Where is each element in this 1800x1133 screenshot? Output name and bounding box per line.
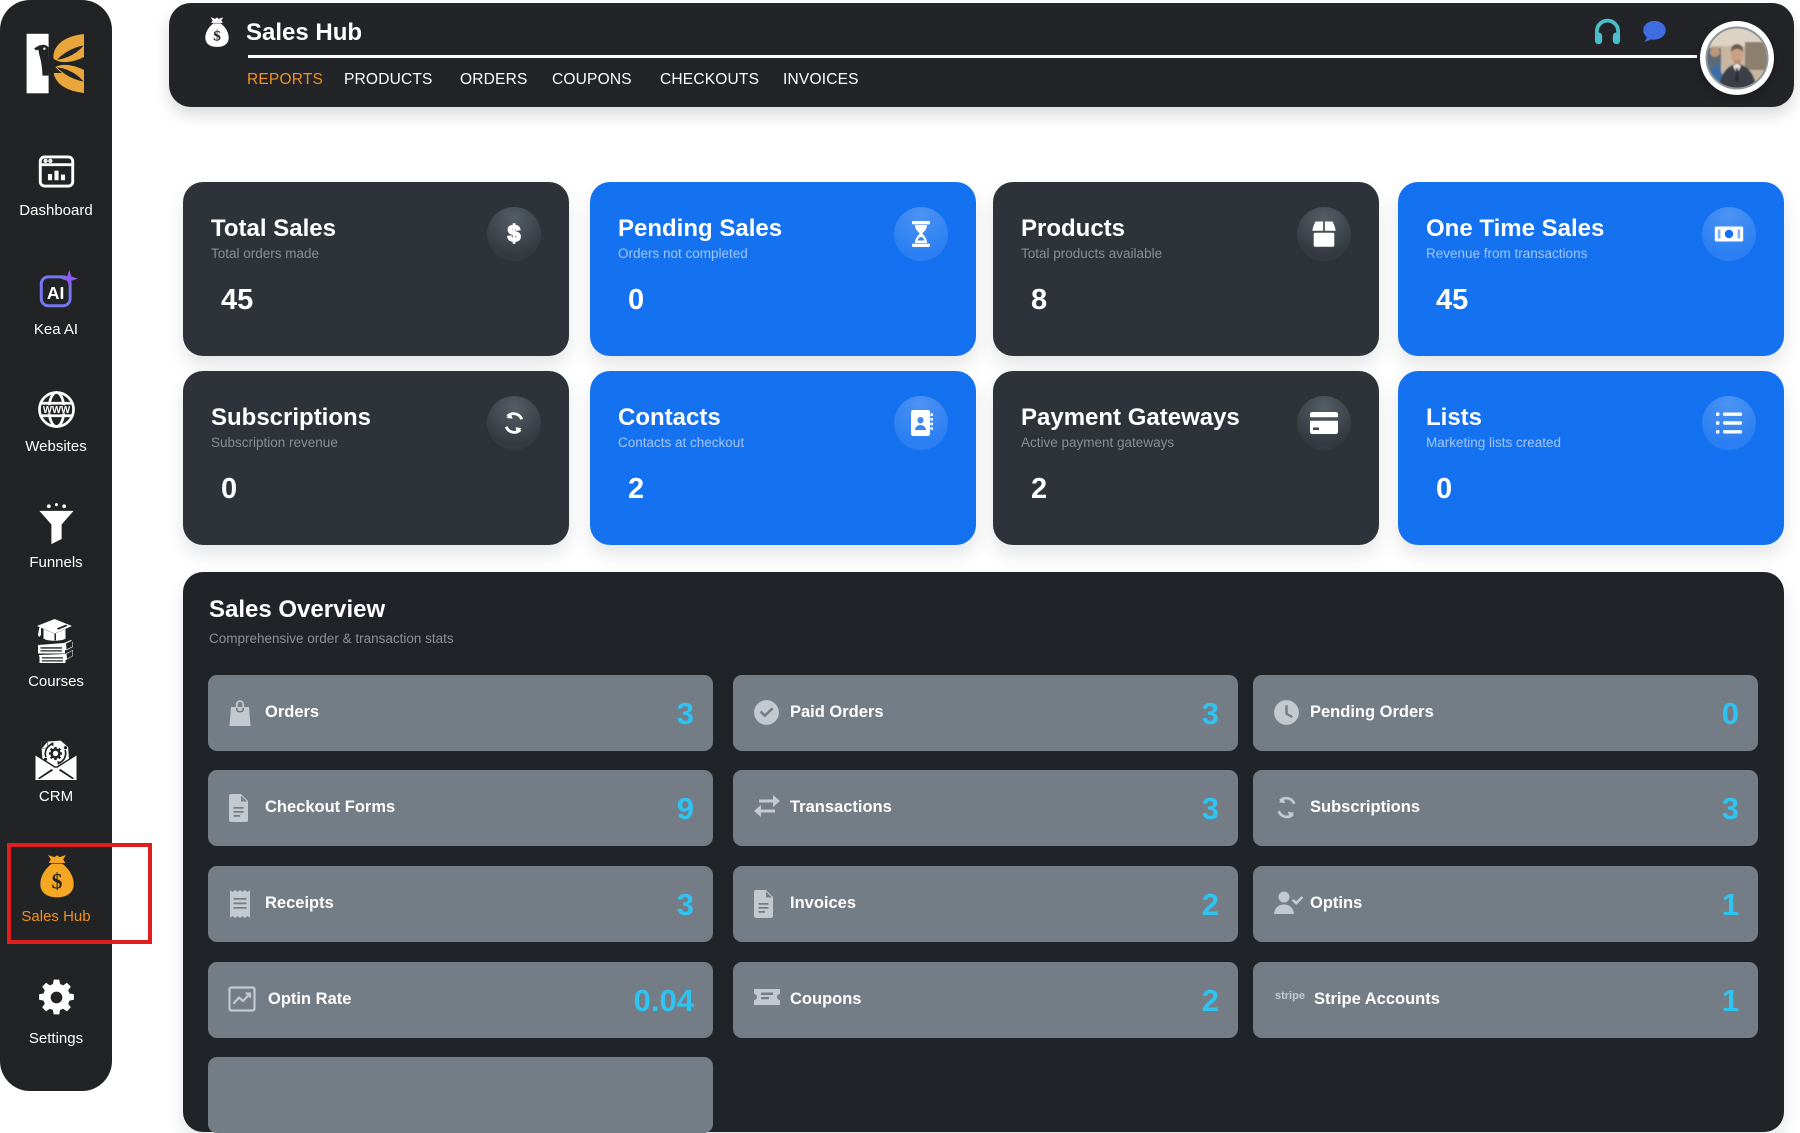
svg-text:stripe: stripe	[1275, 990, 1305, 1002]
svg-text:$: $	[508, 221, 521, 247]
svg-text:$: $	[213, 28, 221, 45]
svg-text:WWW: WWW	[43, 405, 71, 416]
svg-text:AI: AI	[47, 283, 65, 303]
